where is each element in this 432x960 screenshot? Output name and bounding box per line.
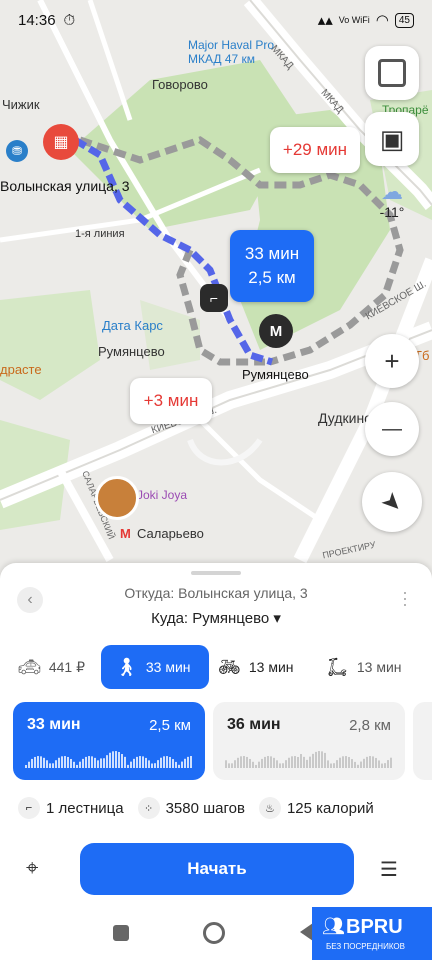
drag-handle[interactable] <box>191 571 241 575</box>
main-route-bubble[interactable]: 33 мин 2,5 км <box>230 230 314 302</box>
zoom-in-button[interactable]: + <box>365 334 419 388</box>
my-location-button[interactable]: ➤ <box>362 472 422 532</box>
stairs-icon: ⌐ <box>18 797 40 819</box>
signal-icon: ▴▴ <box>317 12 333 29</box>
status-bar: 14:36 ⏱ ▴▴ Vo WiFi ◠ 45 <box>0 0 432 40</box>
minus-icon: — <box>382 417 402 440</box>
network-label: Vo WiFi <box>338 15 370 25</box>
label-salarevo: Саларьево <box>137 526 204 541</box>
basket-icon: ⛃ <box>6 140 28 162</box>
label-rumyantsevo-metro: Румянцево <box>242 367 309 382</box>
plus-icon: + <box>384 345 400 376</box>
transit-button[interactable]: ▣ <box>365 112 419 166</box>
zoom-out-button[interactable]: — <box>365 402 419 456</box>
label-rumyantsevo-district: Румянцево <box>98 344 165 359</box>
clock: 14:36 <box>18 11 56 29</box>
people-icon: 👥︎ <box>322 916 345 936</box>
route-stats: ⌐ 1 лестница ⁘ 3580 шагов ♨ 125 калорий <box>18 797 374 819</box>
layers-icon <box>378 59 406 87</box>
metro-salarevo-icon: M <box>120 526 131 541</box>
route-settings-button[interactable]: ☰ <box>380 857 398 882</box>
battery-indicator: 45 <box>394 12 414 28</box>
stat-steps: ⁘ 3580 шагов <box>137 797 245 819</box>
weather-widget[interactable]: ☁ -11° <box>370 180 414 230</box>
temperature: -11° <box>379 204 405 220</box>
scooter-icon: 🛴︎ <box>326 656 349 677</box>
main-route-time: 33 мин <box>244 244 300 263</box>
stairs-count: 1 лестница <box>46 799 124 817</box>
route-option-1-time: 33 мин <box>27 716 81 733</box>
label-volynskaya: Волынская улица, 3 <box>0 178 130 194</box>
alt-route-bubble-1[interactable]: +29 мин <box>270 127 360 173</box>
transport-modes: 🚕︎ 441 ₽ 🚶︎ 33 мин 🚲︎ 13 мин 🛴︎ 13 мин <box>0 645 432 691</box>
stat-stairs: ⌐ 1 лестница <box>18 797 124 819</box>
alt-route-time-2: +3 мин <box>143 391 199 410</box>
route-option-3[interactable] <box>413 702 432 780</box>
mode-walk[interactable]: 🚶︎ 33 мин <box>101 645 209 689</box>
label-chizhik[interactable]: Чижик <box>2 97 40 112</box>
promo-badge[interactable]: 👥︎ BPRU БЕЗ ПОСРЕДНИКОВ <box>312 907 432 960</box>
metro-pin[interactable]: М <box>259 314 293 348</box>
alt-route-bubble-2[interactable]: +3 мин <box>130 378 212 424</box>
cloud-icon: ☁ <box>381 179 403 204</box>
navigation-arrow-icon: ➤ <box>375 485 409 519</box>
label-dudkino: Дудкино <box>318 410 372 426</box>
more-menu-button[interactable]: · · · <box>402 583 408 613</box>
mode-scooter-label: 13 мин <box>356 659 402 675</box>
flame-icon: ♨ <box>258 797 281 819</box>
elevation-profile-1 <box>25 751 192 768</box>
bus-icon: ▣ <box>379 123 405 154</box>
route-option-2-time: 36 мин <box>227 716 281 733</box>
wifi-icon: ◠ <box>375 12 389 29</box>
footsteps-icon: ⁘ <box>137 797 160 819</box>
mode-walk-label: 33 мин <box>145 659 191 675</box>
mode-bike[interactable]: 🚲︎ 13 мин <box>218 645 294 689</box>
alarm-icon: ⏱ <box>63 11 76 29</box>
mode-taxi[interactable]: 🚕︎ 441 ₽ <box>18 645 85 689</box>
route-option-2-distance: 2,8 км <box>349 717 391 734</box>
promo-tagline: БЕЗ ПОСРЕДНИКОВ <box>326 942 405 951</box>
calories-count: 125 калорий <box>286 799 374 817</box>
mode-scooter[interactable]: 🛴︎ 13 мин <box>326 645 402 689</box>
poi-major-haval[interactable]: Major Haval Pro МКАД 47 км <box>188 38 276 66</box>
bike-icon: 🚲︎ <box>218 656 241 677</box>
alt-route-time: +29 мин <box>282 140 348 159</box>
promo-brand: BPRU <box>346 916 403 938</box>
poi-zdrasste[interactable]: дрaсте <box>0 362 42 377</box>
stat-calories: ♨ 125 калорий <box>258 797 374 819</box>
poi-data-kars[interactable]: Дата Карс <box>102 318 163 333</box>
stairs-marker: ⌐ <box>200 284 228 312</box>
from-field[interactable]: Откуда: Волынская улица, 3 <box>0 585 432 601</box>
route-option-1[interactable]: 33 мин 2,5 км <box>13 702 205 780</box>
map-view[interactable]: 14:36 ⏱ ▴▴ Vo WiFi ◠ 45 Major Haval Pro … <box>0 0 432 580</box>
route-panel: ‹ Откуда: Волынская улица, 3 Куда: Румян… <box>0 563 432 960</box>
walk-icon: 🚶︎ <box>115 656 138 677</box>
steps-count: 3580 шагов <box>165 799 245 817</box>
elevation-profile-2 <box>225 751 392 768</box>
add-stop-button[interactable]: ⌖ <box>26 855 38 881</box>
building-icon: ▦ <box>53 134 69 151</box>
start-button[interactable]: Начать <box>80 843 354 895</box>
sliders-icon: ☰ <box>380 859 398 881</box>
main-route-distance: 2,5 км <box>248 268 296 287</box>
to-field[interactable]: Куда: Румянцево ▾ <box>0 609 432 627</box>
joki-joya-thumb[interactable] <box>95 476 139 520</box>
taxi-icon: 🚕︎ <box>18 656 41 677</box>
mode-bike-label: 13 мин <box>248 659 294 675</box>
layers-button[interactable] <box>365 46 419 100</box>
start-pin[interactable]: ▦ <box>43 124 79 160</box>
mode-taxi-label: 441 ₽ <box>48 658 86 675</box>
recents-button[interactable] <box>113 925 129 941</box>
label-linia: 1-я линия <box>75 228 125 240</box>
route-option-2[interactable]: 36 мин 2,8 км <box>213 702 405 780</box>
route-option-1-distance: 2,5 км <box>149 717 191 734</box>
label-govorovo: Говорово <box>152 77 208 92</box>
poi-joki-joya[interactable]: Joki Joya <box>137 488 187 502</box>
metro-letter: М <box>269 322 283 340</box>
home-button[interactable] <box>203 922 225 944</box>
add-location-pin-icon: ⌖ <box>26 855 39 880</box>
stairs-icon: ⌐ <box>209 290 219 306</box>
